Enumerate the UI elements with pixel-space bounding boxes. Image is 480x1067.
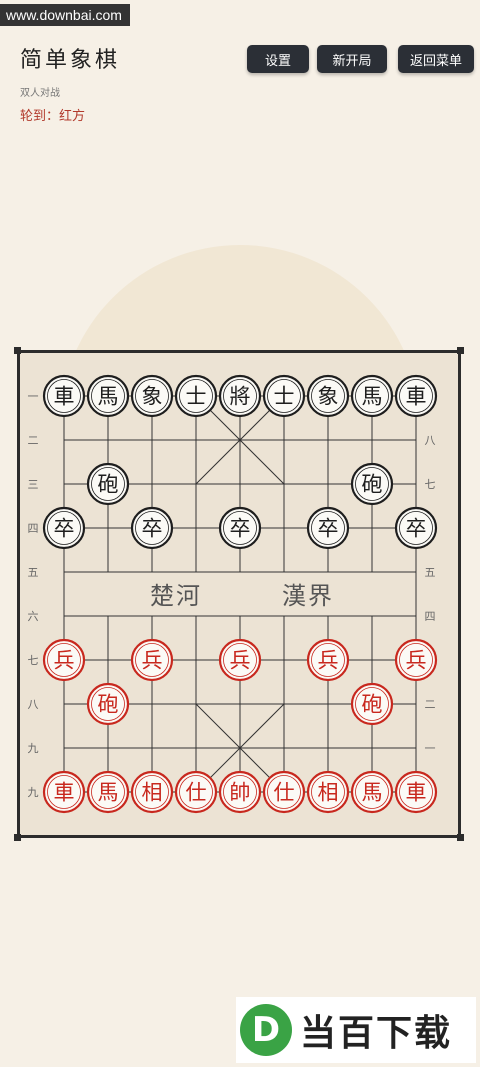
- rank-label-left: 四: [28, 522, 39, 535]
- piece-label: 卒: [54, 517, 75, 541]
- river-label-right: 漢界: [282, 582, 334, 610]
- red-piece[interactable]: 相: [306, 770, 350, 814]
- piece-label: 仕: [274, 781, 295, 805]
- piece-label: 車: [54, 781, 75, 805]
- rank-label-left: 八: [28, 698, 39, 711]
- rank-label-right: 二: [425, 698, 436, 711]
- piece-label: 兵: [230, 649, 251, 673]
- black-piece[interactable]: 象: [306, 374, 350, 418]
- piece-label: 卒: [142, 517, 163, 541]
- black-piece[interactable]: 象: [130, 374, 174, 418]
- black-piece[interactable]: 砲: [350, 462, 394, 506]
- piece-label: 車: [54, 385, 75, 409]
- piece-label: 卒: [230, 517, 251, 541]
- watermark-bottom: D 当百下载: [236, 997, 476, 1063]
- black-piece[interactable]: 車: [42, 374, 86, 418]
- piece-label: 士: [274, 385, 295, 409]
- rank-label-right: 八: [425, 434, 436, 447]
- black-piece[interactable]: 士: [262, 374, 306, 418]
- xiangqi-board[interactable]: 楚河 漢界一二三四五六七八九九八七五四二一車馬象士將士象馬車砲 砲卒卒卒卒卒兵兵兵兵…: [0, 0, 480, 1067]
- piece-label: 車: [406, 781, 427, 805]
- rank-label-right: 一: [425, 742, 436, 755]
- watermark-logo-icon: D: [240, 1004, 292, 1056]
- piece-label: 兵: [142, 649, 163, 673]
- red-piece[interactable]: 砲: [86, 682, 130, 726]
- rank-label-left: 九: [28, 742, 39, 755]
- rank-label-left: 七: [28, 654, 39, 667]
- piece-label: 砲: [98, 473, 119, 497]
- rank-label-left: 三: [28, 478, 39, 491]
- piece-label: 車: [406, 385, 427, 409]
- piece-label: 砲: [362, 693, 383, 717]
- black-piece[interactable]: 卒: [130, 506, 174, 550]
- piece-label: 馬: [98, 781, 119, 805]
- red-piece[interactable]: 砲: [350, 682, 394, 726]
- black-piece[interactable]: 馬: [350, 374, 394, 418]
- piece-label: 將: [230, 385, 251, 409]
- red-piece[interactable]: 兵: [394, 638, 438, 682]
- watermark-text: 当百下载: [300, 1013, 453, 1054]
- rank-label-left: 九: [28, 786, 39, 799]
- piece-label: 兵: [54, 649, 75, 673]
- red-piece[interactable]: 兵: [130, 638, 174, 682]
- black-piece[interactable]: 將: [218, 374, 262, 418]
- black-piece[interactable]: 砲: [86, 462, 130, 506]
- red-piece[interactable]: 兵: [306, 638, 350, 682]
- red-piece[interactable]: 馬: [86, 770, 130, 814]
- black-piece[interactable]: 士: [174, 374, 218, 418]
- piece-label: 兵: [318, 649, 339, 673]
- black-piece[interactable]: 卒: [306, 506, 350, 550]
- river-label-left: 楚河: [150, 582, 202, 610]
- black-piece[interactable]: 卒: [42, 506, 86, 550]
- rank-label-right: 七: [425, 478, 436, 491]
- black-piece[interactable]: 馬: [86, 374, 130, 418]
- rank-label-left: 五: [28, 566, 39, 579]
- piece-label: 馬: [362, 781, 383, 805]
- black-piece[interactable]: 車: [394, 374, 438, 418]
- piece-label: 砲: [98, 693, 119, 717]
- piece-label: 士: [186, 385, 207, 409]
- black-piece[interactable]: 卒: [394, 506, 438, 550]
- red-piece[interactable]: 仕: [174, 770, 218, 814]
- piece-label: 相: [318, 781, 339, 805]
- piece-label: 帥: [230, 781, 251, 805]
- piece-label: 象: [142, 385, 163, 409]
- rank-label-left: 六: [28, 610, 39, 623]
- piece-label: 卒: [406, 517, 427, 541]
- red-piece[interactable]: 帥: [218, 770, 262, 814]
- rank-label-right: 四: [425, 610, 436, 623]
- piece-label: 仕: [186, 781, 207, 805]
- piece-label: 象: [318, 385, 339, 409]
- red-piece[interactable]: 車: [394, 770, 438, 814]
- black-piece[interactable]: 卒: [218, 506, 262, 550]
- piece-label: 馬: [362, 385, 383, 409]
- piece-label: 馬: [98, 385, 119, 409]
- red-piece[interactable]: 兵: [42, 638, 86, 682]
- rank-label-left: 一: [28, 390, 39, 403]
- red-piece[interactable]: 馬: [350, 770, 394, 814]
- piece-label: 相: [142, 781, 163, 805]
- red-piece[interactable]: 相: [130, 770, 174, 814]
- red-piece[interactable]: 兵: [218, 638, 262, 682]
- piece-label: 兵: [406, 649, 427, 673]
- red-piece[interactable]: 仕: [262, 770, 306, 814]
- rank-label-left: 二: [28, 434, 39, 447]
- piece-label: 砲: [362, 473, 383, 497]
- piece-label: 卒: [318, 517, 339, 541]
- rank-label-right: 五: [425, 566, 436, 579]
- red-piece[interactable]: 車: [42, 770, 86, 814]
